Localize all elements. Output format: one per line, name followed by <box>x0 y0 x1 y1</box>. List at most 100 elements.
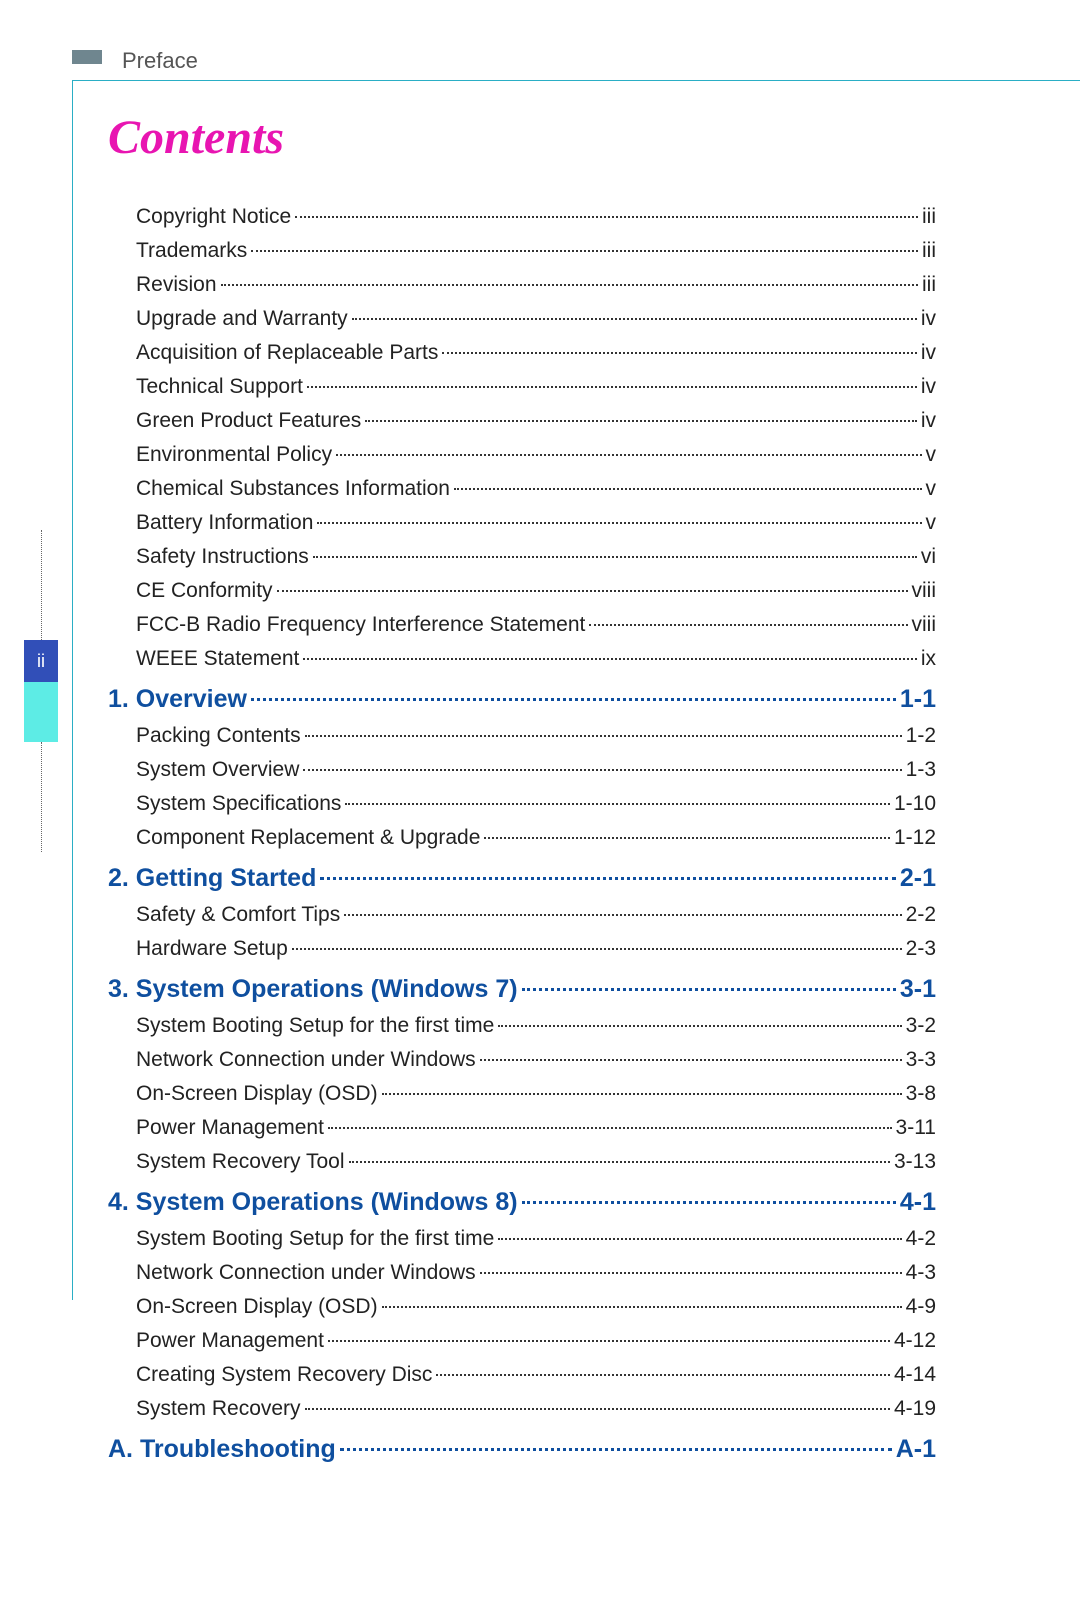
toc-item[interactable]: System Booting Setup for the first time3… <box>108 1014 936 1038</box>
toc-label: Environmental Policy <box>136 443 332 467</box>
toc-section[interactable]: 4. System Operations (Windows 8) 4-1 <box>108 1188 936 1217</box>
toc-label: Safety Instructions <box>136 545 309 569</box>
toc-item[interactable]: Upgrade and Warranty iv <box>108 307 936 331</box>
toc-page: 1-2 <box>906 724 936 748</box>
toc-leader-dots <box>442 352 916 354</box>
toc-item[interactable]: Trademarks iii <box>108 239 936 263</box>
toc-item[interactable]: Packing Contents1-2 <box>108 724 936 748</box>
header-rule <box>72 80 1080 81</box>
toc-item[interactable]: Technical Supportiv <box>108 375 936 399</box>
toc-leader-dots <box>498 1238 901 1240</box>
toc-item[interactable]: System Specifications1-10 <box>108 792 936 816</box>
toc-page: 4-12 <box>894 1329 936 1353</box>
toc-item[interactable]: Component Replacement & Upgrade1-12 <box>108 826 936 850</box>
toc-label: Power Management <box>136 1329 324 1353</box>
toc-label: 2. Getting Started <box>108 864 316 893</box>
toc-page: 2-1 <box>900 864 936 893</box>
margin-dots-top <box>41 530 42 640</box>
toc-leader-dots <box>365 420 917 422</box>
toc-label: Green Product Features <box>136 409 361 433</box>
toc-label: Upgrade and Warranty <box>136 307 348 331</box>
toc-item[interactable]: Network Connection under Windows 3-3 <box>108 1048 936 1072</box>
toc-item[interactable]: Battery Informationv <box>108 511 936 535</box>
toc-item[interactable]: Copyright Noticeiii <box>108 205 936 229</box>
toc-section[interactable]: 3. System Operations (Windows 7)3-1 <box>108 975 936 1004</box>
toc-label: 1. Overview <box>108 685 247 714</box>
toc-label: Power Management <box>136 1116 324 1140</box>
toc-section[interactable]: 1. Overview 1-1 <box>108 685 936 714</box>
toc-page: viii <box>912 613 937 637</box>
toc-item[interactable]: System Recovery4-19 <box>108 1397 936 1421</box>
toc-item[interactable]: On-Screen Display (OSD)4-9 <box>108 1295 936 1319</box>
toc-label: Creating System Recovery Disc <box>136 1363 432 1387</box>
toc-item[interactable]: CE Conformityviii <box>108 579 936 603</box>
toc-label: Trademarks <box>136 239 247 263</box>
toc-item[interactable]: Power Management 4-12 <box>108 1329 936 1353</box>
toc-leader-dots <box>454 488 922 490</box>
toc-label: Acquisition of Replaceable Parts <box>136 341 438 365</box>
toc-leader-dots <box>349 1161 890 1163</box>
toc-item[interactable]: Environmental Policy v <box>108 443 936 467</box>
toc-page: 1-1 <box>900 685 936 714</box>
toc-item[interactable]: System Booting Setup for the first time4… <box>108 1227 936 1251</box>
toc-label: System Booting Setup for the first time <box>136 1227 494 1251</box>
toc-page: iv <box>921 341 936 365</box>
toc-leader-dots <box>295 216 918 218</box>
toc-leader-dots <box>328 1127 892 1129</box>
toc-item[interactable]: Safety & Comfort Tips2-2 <box>108 903 936 927</box>
toc-leader-dots <box>251 698 896 701</box>
toc-item[interactable]: FCC-B Radio Frequency Interference State… <box>108 613 936 637</box>
toc-label: Network Connection under Windows <box>136 1048 476 1072</box>
toc-page: A-1 <box>896 1435 936 1464</box>
toc-page: 4-1 <box>900 1188 936 1217</box>
toc-item[interactable]: Power Management3-11 <box>108 1116 936 1140</box>
toc-item[interactable]: Safety Instructionsvi <box>108 545 936 569</box>
left-rule <box>72 80 73 1300</box>
toc-page: v <box>926 511 937 535</box>
toc-label: 4. System Operations (Windows 8) <box>108 1188 518 1217</box>
toc-page: 1-3 <box>906 758 936 782</box>
toc-label: Safety & Comfort Tips <box>136 903 340 927</box>
toc-page: 3-8 <box>906 1082 936 1106</box>
toc-item[interactable]: On-Screen Display (OSD)3-8 <box>108 1082 936 1106</box>
toc-item[interactable]: Acquisition of Replaceable Parts iv <box>108 341 936 365</box>
toc-label: Network Connection under Windows <box>136 1261 476 1285</box>
toc-page: v <box>926 443 937 467</box>
toc-label: Technical Support <box>136 375 303 399</box>
toc-label: System Recovery Tool <box>136 1150 345 1174</box>
toc-item[interactable]: System Recovery Tool3-13 <box>108 1150 936 1174</box>
toc-leader-dots <box>221 284 918 286</box>
toc-label: FCC-B Radio Frequency Interference State… <box>136 613 585 637</box>
toc-page: iv <box>921 307 936 331</box>
toc-label: A. Troubleshooting <box>108 1435 336 1464</box>
toc-item[interactable]: Green Product Featuresiv <box>108 409 936 433</box>
toc-label: WEEE Statement <box>136 647 299 671</box>
toc-page: 4-19 <box>894 1397 936 1421</box>
toc-page: 3-2 <box>906 1014 936 1038</box>
toc-page: 3-3 <box>906 1048 936 1072</box>
toc-leader-dots <box>436 1374 890 1376</box>
toc-leader-dots <box>480 1059 902 1061</box>
toc-item[interactable]: Revisioniii <box>108 273 936 297</box>
table-of-contents: Copyright Noticeiii Trademarks iii Revision… <box>108 205 936 1464</box>
toc-label: Hardware Setup <box>136 937 288 961</box>
toc-page: v <box>926 477 937 501</box>
toc-item[interactable]: Network Connection under Windows4-3 <box>108 1261 936 1285</box>
toc-page: iii <box>922 239 936 263</box>
toc-item[interactable]: WEEE Statementix <box>108 647 936 671</box>
toc-page: 2-3 <box>906 937 936 961</box>
toc-page: viii <box>912 579 937 603</box>
toc-page: 4-14 <box>894 1363 936 1387</box>
toc-label: On-Screen Display (OSD) <box>136 1295 378 1319</box>
toc-leader-dots <box>305 1408 890 1410</box>
toc-leader-dots <box>307 386 917 388</box>
toc-leader-dots <box>352 318 917 320</box>
toc-item[interactable]: Creating System Recovery Disc 4-14 <box>108 1363 936 1387</box>
toc-page: iii <box>922 205 936 229</box>
toc-section[interactable]: A. Troubleshooting A-1 <box>108 1435 936 1464</box>
toc-item[interactable]: Hardware Setup 2-3 <box>108 937 936 961</box>
toc-item[interactable]: System Overview1-3 <box>108 758 936 782</box>
toc-leader-dots <box>251 250 918 252</box>
toc-section[interactable]: 2. Getting Started 2-1 <box>108 864 936 893</box>
toc-item[interactable]: Chemical Substances Informationv <box>108 477 936 501</box>
